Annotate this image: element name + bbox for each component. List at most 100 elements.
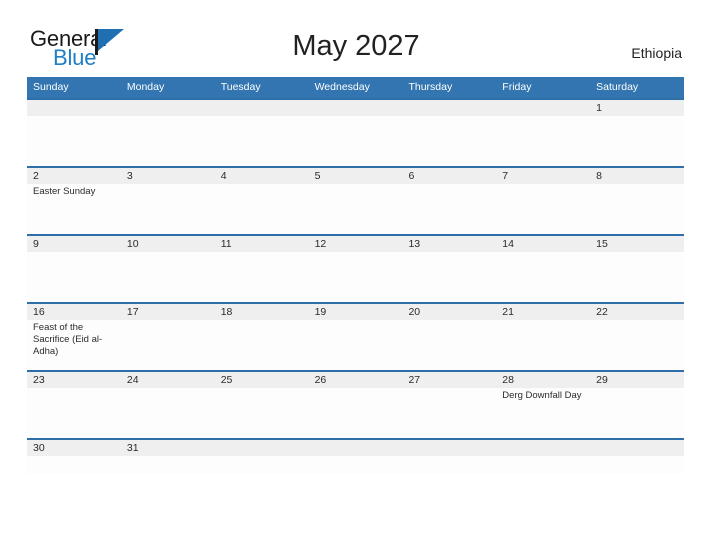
day-cell[interactable]: [121, 320, 215, 370]
date-number[interactable]: 25: [215, 372, 309, 388]
date-number[interactable]: 22: [590, 304, 684, 320]
week-event-band: [27, 456, 684, 474]
date-number[interactable]: [309, 100, 403, 116]
date-number[interactable]: [402, 100, 496, 116]
date-number[interactable]: 9: [27, 236, 121, 252]
day-cell[interactable]: [309, 116, 403, 166]
date-number[interactable]: 1: [590, 100, 684, 116]
week-row: 9 10 11 12 13 14 15: [27, 234, 684, 302]
day-cell[interactable]: [402, 456, 496, 474]
date-number[interactable]: 15: [590, 236, 684, 252]
day-cell[interactable]: [215, 184, 309, 234]
date-number[interactable]: 4: [215, 168, 309, 184]
day-cell[interactable]: [309, 456, 403, 474]
date-number[interactable]: 28: [496, 372, 590, 388]
week-event-band: Feast of the Sacrifice (Eid al-Adha): [27, 320, 684, 370]
date-number[interactable]: [27, 100, 121, 116]
weekday-header-monday: Monday: [126, 81, 165, 93]
date-number[interactable]: 8: [590, 168, 684, 184]
week-event-band: Derg Downfall Day: [27, 388, 684, 438]
date-number[interactable]: 21: [496, 304, 590, 320]
date-number[interactable]: [309, 440, 403, 456]
day-cell[interactable]: [309, 252, 403, 302]
day-cell[interactable]: [309, 320, 403, 370]
day-cell[interactable]: [215, 252, 309, 302]
date-number[interactable]: [121, 100, 215, 116]
day-cell[interactable]: [590, 388, 684, 438]
date-number[interactable]: 31: [121, 440, 215, 456]
weekday-header-saturday: Saturday: [596, 81, 639, 93]
day-cell[interactable]: Easter Sunday: [27, 184, 121, 234]
week-event-band: [27, 252, 684, 302]
date-number[interactable]: 18: [215, 304, 309, 320]
day-cell[interactable]: [590, 116, 684, 166]
date-number[interactable]: 2: [27, 168, 121, 184]
date-number[interactable]: [590, 440, 684, 456]
date-number[interactable]: 16: [27, 304, 121, 320]
day-cell[interactable]: [27, 388, 121, 438]
day-cell[interactable]: [496, 320, 590, 370]
day-cell[interactable]: [496, 456, 590, 474]
week-row: 30 31: [27, 438, 684, 474]
date-number[interactable]: [496, 100, 590, 116]
day-cell[interactable]: Feast of the Sacrifice (Eid al-Adha): [27, 320, 121, 370]
day-cell[interactable]: [215, 456, 309, 474]
date-number[interactable]: 29: [590, 372, 684, 388]
date-number[interactable]: 13: [402, 236, 496, 252]
date-number[interactable]: 6: [402, 168, 496, 184]
date-number[interactable]: [215, 440, 309, 456]
day-cell[interactable]: [121, 116, 215, 166]
country-label: Ethiopia: [631, 45, 682, 61]
weekday-header-row: Sunday Monday Tuesday Wednesday Thursday…: [27, 77, 684, 98]
day-cell[interactable]: [27, 116, 121, 166]
date-number[interactable]: [402, 440, 496, 456]
day-cell[interactable]: [402, 388, 496, 438]
day-cell[interactable]: [590, 320, 684, 370]
day-cell[interactable]: [496, 184, 590, 234]
day-cell[interactable]: [27, 252, 121, 302]
weekday-header-tuesday: Tuesday: [220, 81, 261, 93]
date-number[interactable]: 23: [27, 372, 121, 388]
date-number[interactable]: 30: [27, 440, 121, 456]
day-cell[interactable]: [402, 252, 496, 302]
week-row: 16 17 18 19 20 21 22 Feast of the Sacrif…: [27, 302, 684, 370]
week-date-band: 9 10 11 12 13 14 15: [27, 236, 684, 252]
day-cell[interactable]: [590, 456, 684, 474]
date-number[interactable]: 24: [121, 372, 215, 388]
date-number[interactable]: 7: [496, 168, 590, 184]
day-cell[interactable]: [496, 116, 590, 166]
date-number[interactable]: [496, 440, 590, 456]
date-number[interactable]: 14: [496, 236, 590, 252]
day-cell[interactable]: Derg Downfall Day: [496, 388, 590, 438]
day-cell[interactable]: [402, 116, 496, 166]
day-cell[interactable]: [402, 184, 496, 234]
day-cell[interactable]: [215, 116, 309, 166]
date-number[interactable]: 5: [309, 168, 403, 184]
date-number[interactable]: 20: [402, 304, 496, 320]
day-cell[interactable]: [309, 184, 403, 234]
day-cell[interactable]: [121, 456, 215, 474]
day-cell[interactable]: [121, 252, 215, 302]
day-cell[interactable]: [121, 184, 215, 234]
day-cell[interactable]: [215, 320, 309, 370]
day-cell[interactable]: [402, 320, 496, 370]
date-number[interactable]: 26: [309, 372, 403, 388]
day-cell[interactable]: [121, 388, 215, 438]
date-number[interactable]: 12: [309, 236, 403, 252]
day-cell[interactable]: [496, 252, 590, 302]
date-number[interactable]: 19: [309, 304, 403, 320]
day-cell[interactable]: [215, 388, 309, 438]
day-cell[interactable]: [590, 252, 684, 302]
date-number[interactable]: 11: [215, 236, 309, 252]
date-number[interactable]: 27: [402, 372, 496, 388]
page-title: May 2027: [292, 30, 420, 62]
day-cell[interactable]: [590, 184, 684, 234]
day-cell[interactable]: [309, 388, 403, 438]
date-number[interactable]: 17: [121, 304, 215, 320]
weekday-header-friday: Friday: [502, 81, 532, 93]
date-number[interactable]: 3: [121, 168, 215, 184]
date-number[interactable]: 10: [121, 236, 215, 252]
week-date-band: 23 24 25 26 27 28 29: [27, 372, 684, 388]
day-cell[interactable]: [27, 456, 121, 474]
date-number[interactable]: [215, 100, 309, 116]
